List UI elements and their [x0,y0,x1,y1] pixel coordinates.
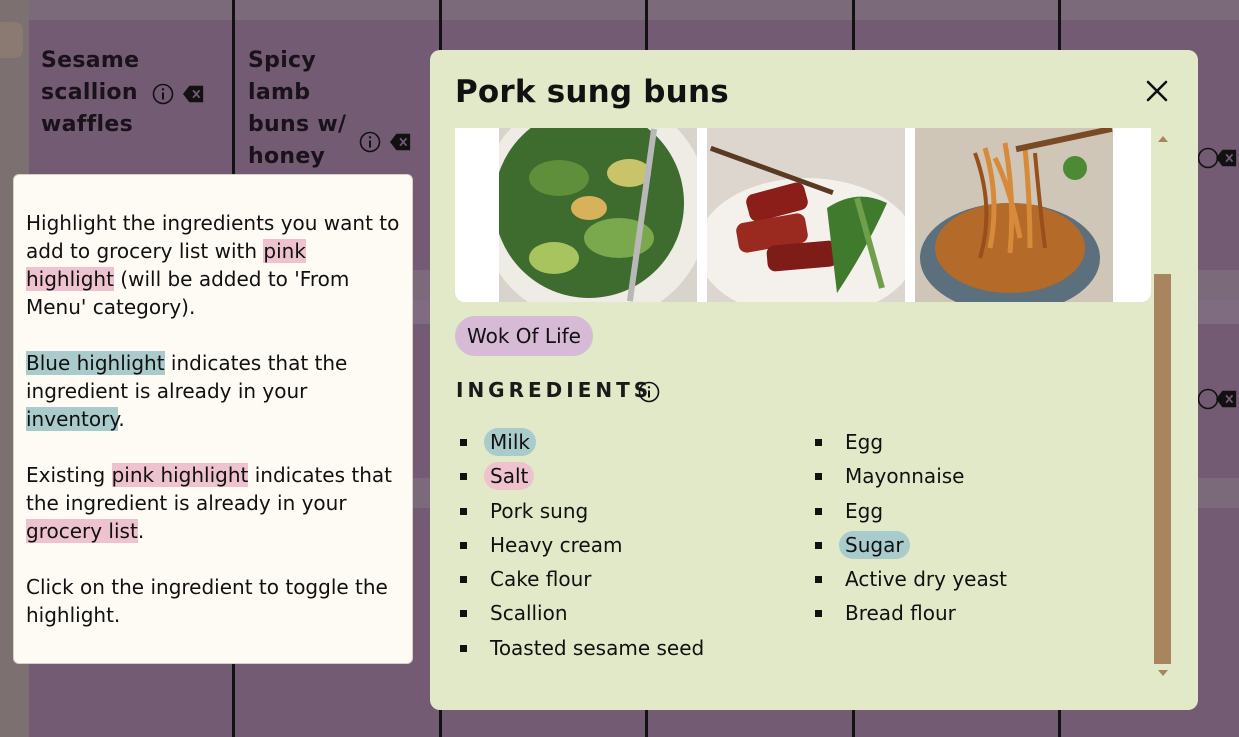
char-siu-pork-image[interactable] [707,128,905,302]
modal-scrollbar[interactable] [1154,130,1171,676]
ingredient-item: Salt [460,459,704,493]
ingredient-toggle[interactable]: Bread flour [845,601,956,625]
scroll-up-arrow-icon[interactable] [1158,136,1168,142]
ingredient-list-right: Egg Mayonnaise Egg Sugar Active dry yeast Bre… [815,425,1007,631]
menu-recipe-title[interactable]: Sesame scallion waffles [41,45,139,141]
delete-icon[interactable] [1216,388,1238,410]
ingredient-item: Egg [815,494,1007,528]
ingredient-item: Bread flour [815,596,1007,630]
ingredient-toggle[interactable]: Egg [845,499,883,523]
ingredients-heading: INGREDIENTS [456,378,653,402]
blue-highlight-sample: inventory [26,407,119,431]
blue-highlight-sample: Blue highlight [26,351,165,375]
ingredient-toggle[interactable]: Egg [845,430,883,454]
recipe-modal: Pork sung buns Wok Of Life INGREDIENTS M… [430,50,1198,710]
ingredient-item: Pork sung [460,494,704,528]
recipe-image-carousel[interactable] [455,128,1151,302]
ingredient-toggle[interactable]: Cake flour [490,567,591,591]
menu-recipe-title[interactable]: Spicy lamb buns w/ honey [248,45,346,173]
scroll-down-arrow-icon[interactable] [1158,670,1168,676]
ingredient-item: Active dry yeast [815,562,1007,596]
noodles-image[interactable] [915,128,1113,302]
ingredient-item: Heavy cream [460,528,704,562]
ingredient-toggle[interactable]: Toasted sesame seed [490,636,704,660]
background-left-button [0,22,23,58]
scrollbar-thumb[interactable] [1154,274,1171,664]
ingredient-help-tooltip: Highlight the ingredients you want to ad… [13,174,413,664]
ingredient-toggle[interactable]: Salt [484,462,535,491]
help-paragraph: Click on the ingredient to toggle the hi… [26,575,388,627]
delete-icon[interactable] [183,83,205,105]
delete-icon[interactable] [1216,147,1238,169]
ingredient-list-left: Milk Salt Pork sung Heavy cream Cake flour Sc… [460,425,704,665]
ingredient-toggle[interactable]: Heavy cream [490,533,622,557]
info-icon[interactable] [638,381,660,403]
recipe-source-tag[interactable]: Wok Of Life [455,316,593,356]
ingredient-item: Mayonnaise [815,459,1007,493]
ingredient-item: Cake flour [460,562,704,596]
info-icon[interactable] [152,83,174,105]
close-icon[interactable] [1142,76,1172,106]
ingredient-toggle[interactable]: Sugar [839,530,910,559]
ingredient-item: Milk [460,425,704,459]
delete-icon[interactable] [390,131,412,153]
pink-highlight-sample: grocery list [26,519,138,543]
pink-highlight-sample: pink highlight [111,463,249,487]
ingredient-item: Sugar [815,528,1007,562]
ingredient-item: Scallion [460,596,704,630]
ingredient-item: Toasted sesame seed [460,631,704,665]
ingredient-toggle[interactable]: Scallion [490,601,568,625]
info-icon[interactable] [359,131,381,153]
help-paragraph: Highlight the ingredients you want to ad… [26,211,400,319]
help-paragraph: Blue highlight indicates that the ingred… [26,351,348,431]
ingredient-item: Egg [815,425,1007,459]
recipe-title: Pork sung buns [455,74,729,110]
ingredient-toggle[interactable]: Mayonnaise [845,464,964,488]
ingredient-toggle[interactable]: Active dry yeast [845,567,1007,591]
cucumber-salad-image[interactable] [499,128,697,302]
ingredient-toggle[interactable]: Milk [484,428,536,456]
ingredient-toggle[interactable]: Pork sung [490,499,588,523]
help-paragraph: Existing pink highlight indicates that t… [26,463,393,543]
